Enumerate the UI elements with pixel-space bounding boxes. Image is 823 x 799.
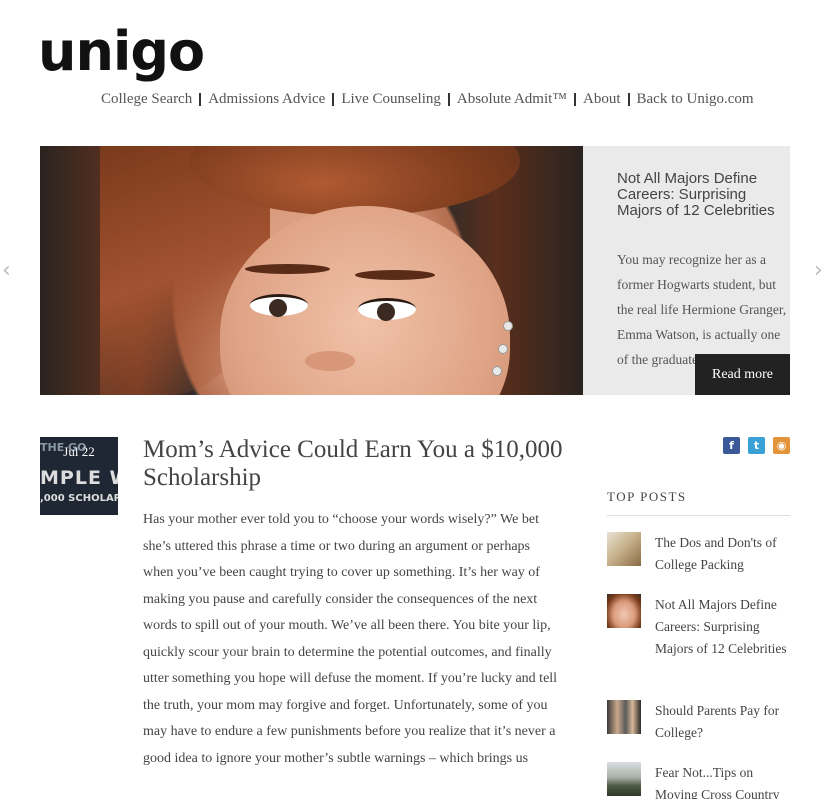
top-posts-heading: TOP POSTS <box>607 489 687 504</box>
nav-college-search[interactable]: College Search <box>96 91 197 108</box>
thumb-text: ,000 SCHOLARSH <box>40 493 118 504</box>
twitter-icon[interactable]: t <box>748 437 765 454</box>
thumb-text: MPLE WO <box>40 467 118 489</box>
chevron-right-icon[interactable]: › <box>814 258 823 283</box>
top-post-thumbnail[interactable] <box>607 532 641 566</box>
top-post-title[interactable]: Should Parents Pay for College? <box>655 700 795 744</box>
feature-title[interactable]: Not All Majors Define Careers: Surprisin… <box>617 171 777 219</box>
nav-separator <box>332 93 335 106</box>
main-nav: College Search Admissions Advice Live Co… <box>96 91 759 108</box>
hero-image[interactable] <box>40 146 583 395</box>
nav-absolute-admit[interactable]: Absolute Admit™ <box>452 91 572 108</box>
nav-separator <box>447 93 450 106</box>
top-post-thumbnail[interactable] <box>607 700 641 734</box>
post-date: Jul 22 <box>63 444 95 459</box>
read-more-button[interactable]: Read more <box>695 354 790 395</box>
top-post-thumbnail[interactable] <box>607 594 641 628</box>
post-body: Has your mother ever told you to “choose… <box>143 512 558 766</box>
nav-live-counseling[interactable]: Live Counseling <box>336 91 446 108</box>
top-post-thumbnail[interactable] <box>607 762 641 796</box>
post-thumbnail[interactable]: THE GO MPLE WO ,000 SCHOLARSH Jul 22 <box>40 437 118 515</box>
top-post-title[interactable]: Fear Not...Tips on Moving Cross Country <box>655 762 795 799</box>
rss-icon[interactable]: ◉ <box>773 437 790 454</box>
divider <box>607 515 790 516</box>
nav-back-to-unigo[interactable]: Back to Unigo.com <box>632 91 759 108</box>
top-post-title[interactable]: Not All Majors Define Careers: Surprisin… <box>655 594 795 660</box>
nav-admissions-advice[interactable]: Admissions Advice <box>203 91 330 108</box>
nav-separator <box>574 93 577 106</box>
chevron-left-icon[interactable]: ‹ <box>2 258 11 283</box>
unigo-logo[interactable]: unigo <box>38 22 205 82</box>
post-title[interactable]: Mom’s Advice Could Earn You a $10,000 Sc… <box>143 436 563 492</box>
nav-separator <box>199 93 202 106</box>
nav-separator <box>627 93 630 106</box>
nav-about[interactable]: About <box>578 91 626 108</box>
facebook-icon[interactable]: f <box>723 437 740 454</box>
top-post-title[interactable]: The Dos and Don'ts of College Packing <box>655 532 795 576</box>
